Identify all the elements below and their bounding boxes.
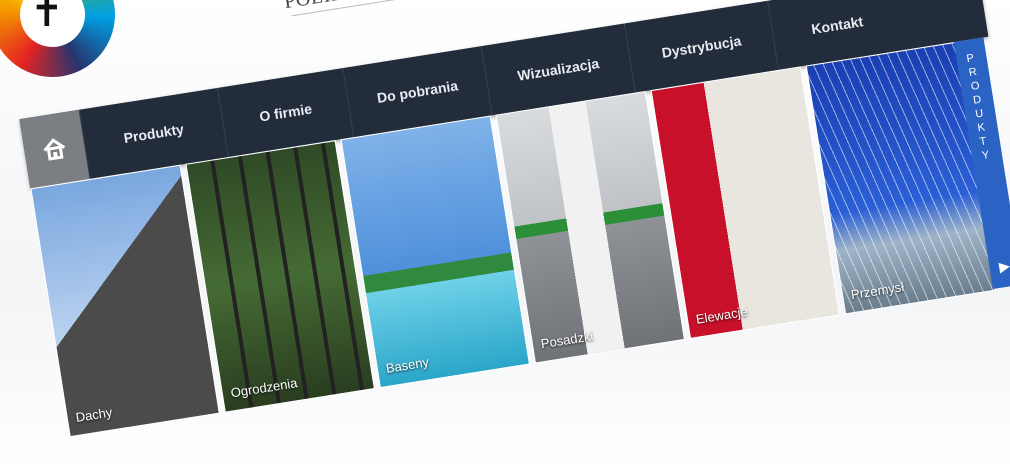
tile-label: Ogrodzenia	[229, 375, 299, 401]
tile-label: Przemysł	[849, 279, 906, 303]
tile-label: Dachy	[74, 404, 114, 426]
home-icon	[43, 138, 66, 161]
side-tab-label: PRODUKTY	[965, 51, 995, 163]
screenshot-stage: ✝ POLIFARB-ŁÓDŹ sp. Produkty O firmie Do…	[0, 0, 1010, 470]
tile-label: Posadzki	[539, 328, 595, 352]
home-button[interactable]	[19, 109, 90, 189]
play-arrow-icon[interactable]: ▶	[998, 257, 1010, 275]
logo-mark-icon: ✝	[30, 0, 64, 36]
tile-label: Elewacje	[694, 303, 749, 327]
tile-label: Baseny	[384, 354, 430, 376]
website-page: POLIFARB-ŁÓDŹ sp. Produkty O firmie Do p…	[10, 0, 1010, 470]
